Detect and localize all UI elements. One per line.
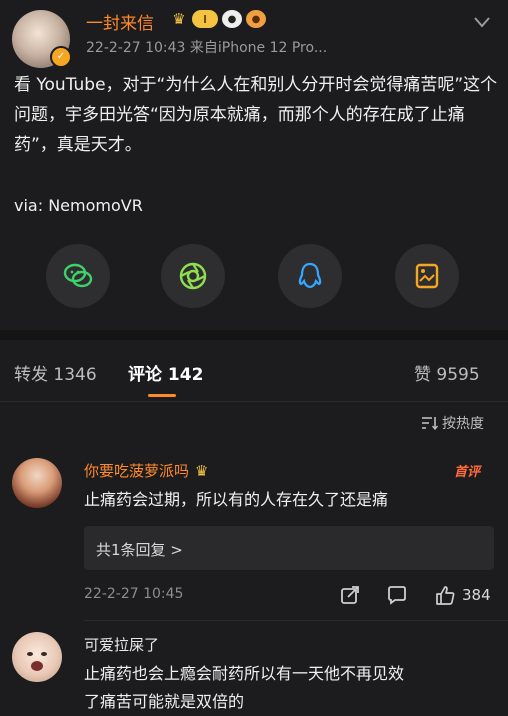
comment-icon[interactable] — [386, 584, 408, 606]
author-badges: ♛ I ● ● — [170, 10, 266, 28]
comment-text-line: 止痛药也会上瘾会耐药所以有一天他不再见效 — [84, 664, 405, 683]
save-image-button[interactable] — [395, 244, 459, 308]
moments-icon — [179, 262, 207, 290]
commenter-name[interactable]: 可爱拉屎了 — [84, 634, 159, 655]
panda-icon: ● — [222, 10, 242, 28]
interaction-tabs: 转发 1346 评论 142 赞 9595 — [0, 340, 508, 402]
save-image-icon — [415, 263, 439, 289]
sort-icon — [422, 417, 438, 431]
share-wechat-button[interactable] — [46, 244, 110, 308]
section-divider — [0, 330, 508, 340]
level-badge: I — [192, 10, 218, 28]
comment-divider — [84, 620, 508, 621]
commenter-avatar[interactable] — [12, 458, 62, 508]
commenter-name[interactable]: 你要吃菠萝派吗 — [84, 460, 189, 481]
comment-header: 你要吃菠萝派吗 ♛ — [84, 460, 208, 481]
tab-likes[interactable]: 赞 9595 — [414, 360, 480, 385]
post-meta: 22-2-27 10:43 来自iPhone 12 Pro... — [86, 40, 328, 56]
qq-icon — [298, 262, 322, 289]
reply-summary: 共1条回复 > — [96, 541, 183, 559]
post-via: via: NemomoVR — [14, 196, 143, 215]
thumbs-up-icon[interactable] — [434, 584, 456, 606]
post-text: 看 YouTube，对于“为什么人在和别人分开时会觉得痛苦呢”这个问题，宇多田光… — [14, 75, 498, 155]
tabs-divider — [0, 401, 508, 402]
comment-text-line: 了痛苦可能就是双倍的 — [84, 692, 245, 711]
author-name[interactable]: 一封来信 — [86, 9, 154, 34]
sort-button[interactable]: 按热度 — [420, 413, 484, 433]
share-icon[interactable] — [339, 584, 361, 606]
active-tab-indicator — [148, 394, 176, 397]
tab-repost[interactable]: 转发 1346 — [14, 360, 97, 385]
like-count: 384 — [462, 586, 491, 604]
baby-face-icon — [27, 652, 47, 671]
crown-icon: ♛ — [195, 461, 209, 480]
first-comment-badge: 首评 — [454, 465, 481, 480]
view-replies-button[interactable]: 共1条回复 > — [84, 526, 494, 570]
share-moments-button[interactable] — [161, 244, 225, 308]
comment-time: 22-2-27 10:45 — [84, 586, 184, 602]
tab-comments[interactable]: 评论 142 — [128, 360, 203, 385]
crown-icon: ♛ — [172, 10, 186, 28]
sort-label: 按热度 — [442, 416, 484, 432]
verified-badge-icon: ✓ — [50, 46, 72, 68]
commenter-avatar[interactable] — [12, 632, 62, 682]
chevron-down-icon[interactable] — [470, 10, 494, 34]
share-qq-button[interactable] — [278, 244, 342, 308]
wechat-icon — [63, 263, 93, 288]
comment-text: 止痛药会过期，所以有的人存在久了还是痛 — [84, 490, 389, 509]
bear-icon: ● — [246, 10, 266, 28]
